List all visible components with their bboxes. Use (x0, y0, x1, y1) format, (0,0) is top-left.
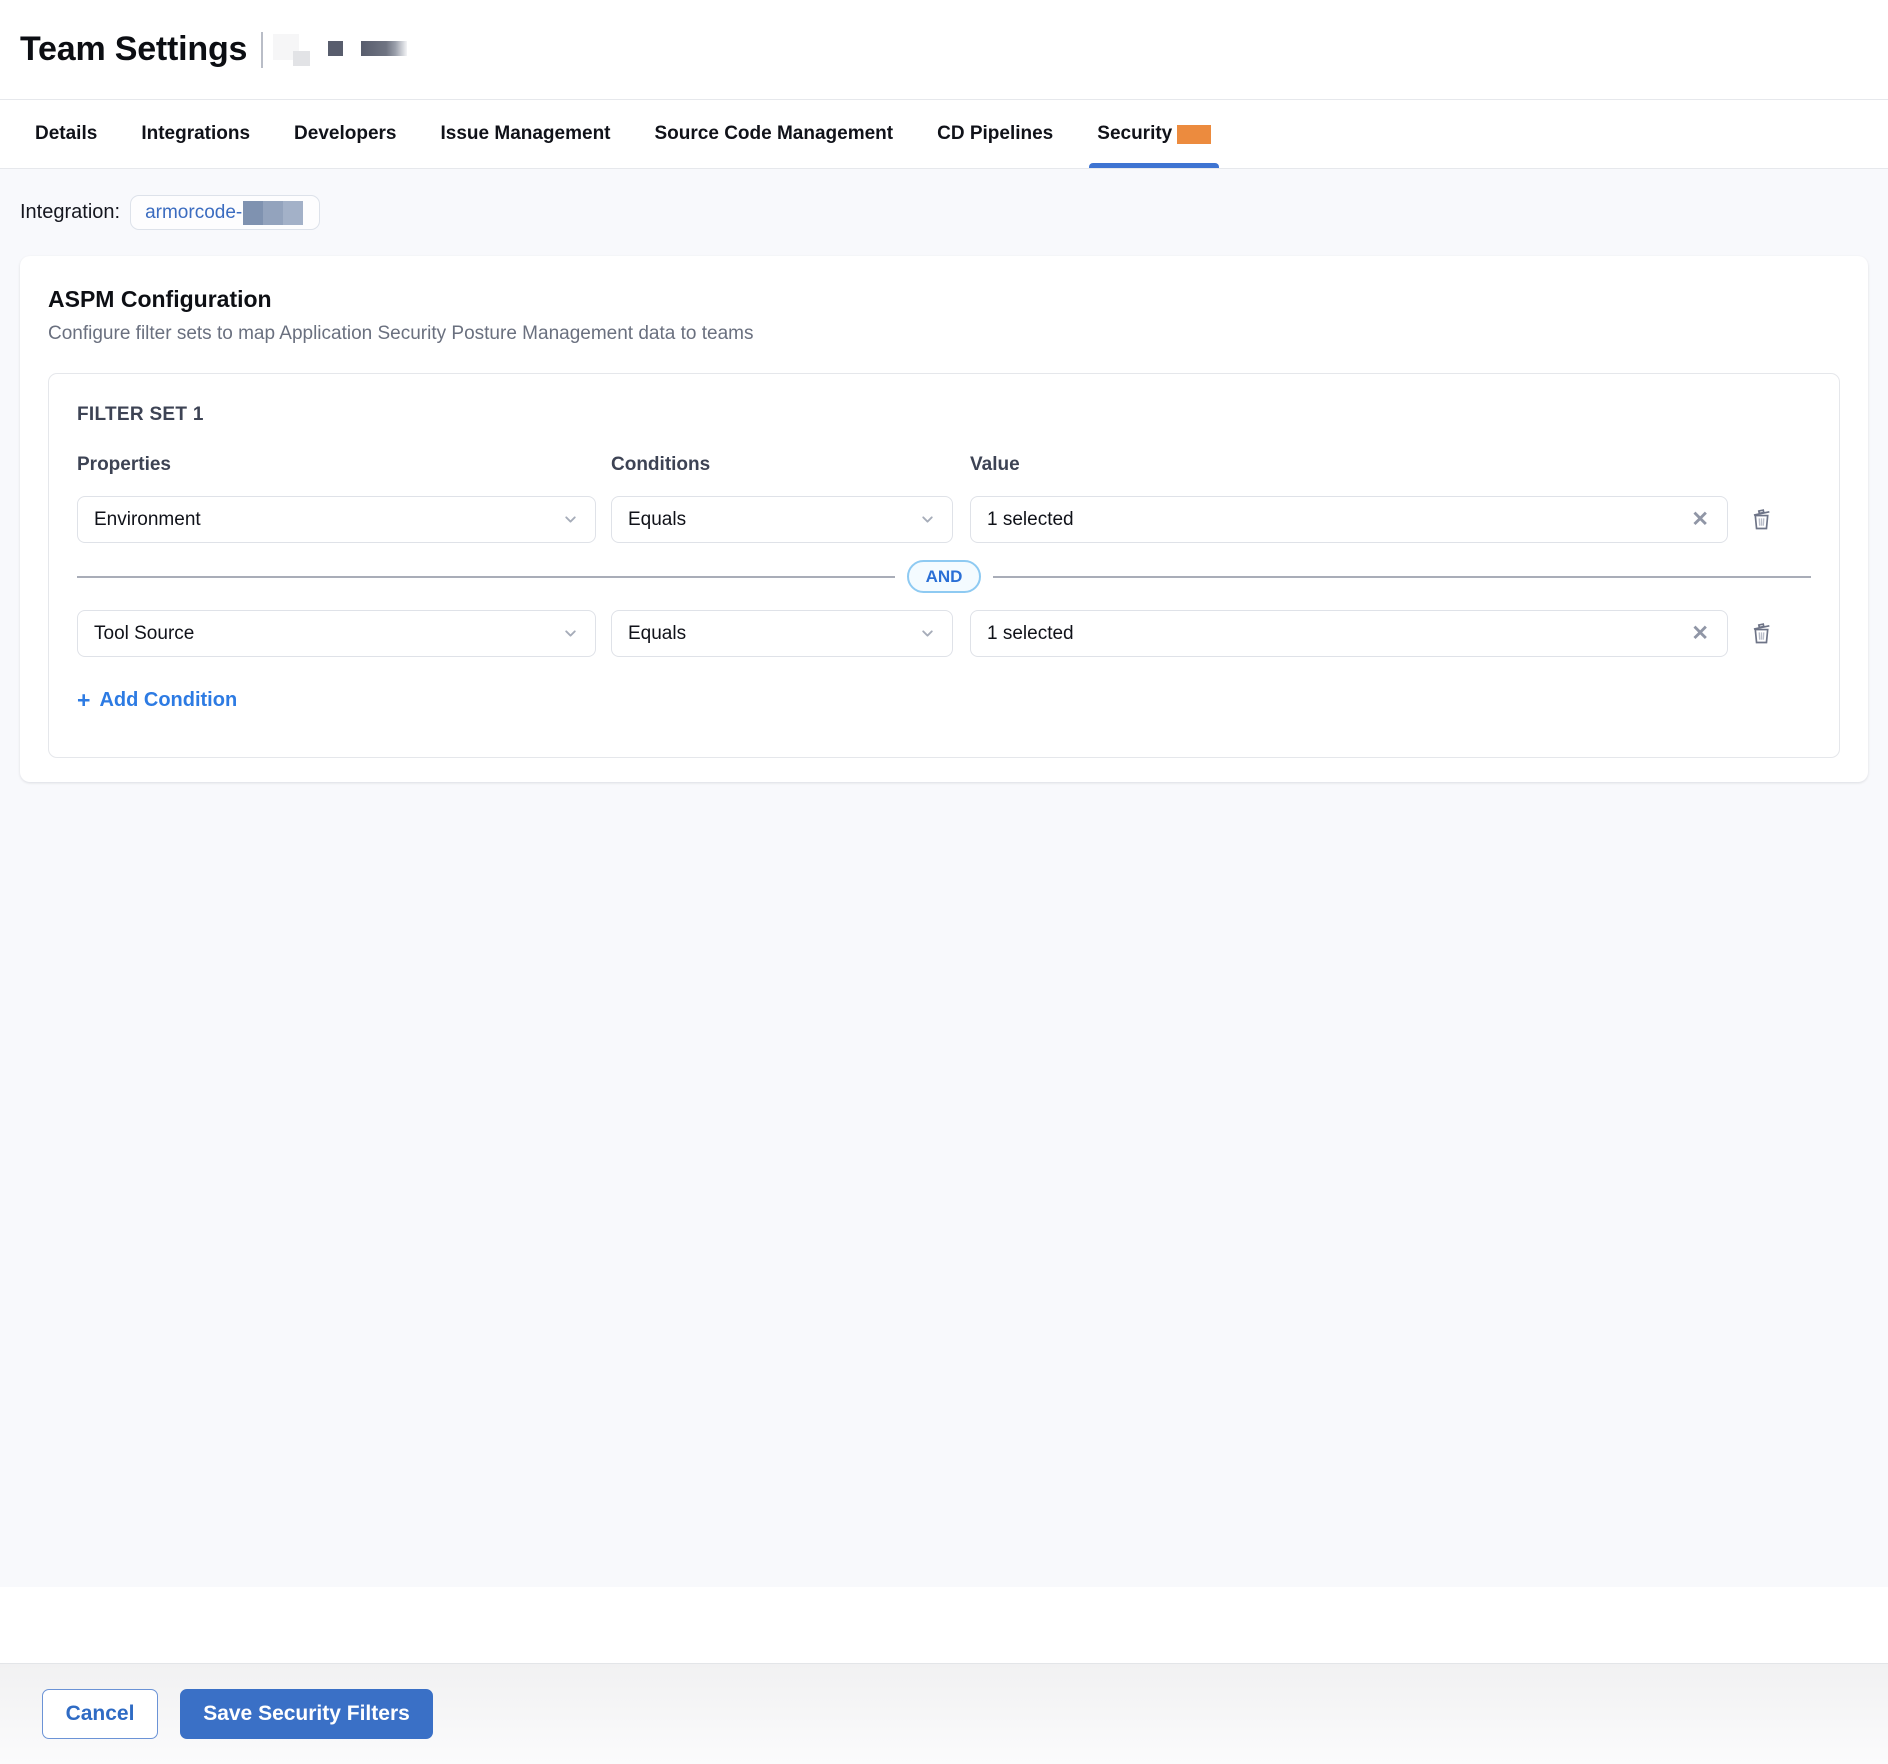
trash-icon (1748, 506, 1775, 533)
tab-label: Security (1097, 123, 1172, 145)
value-selected-count: 1 selected (987, 623, 1074, 645)
redacted-badge (1177, 125, 1211, 144)
tab-developers[interactable]: Developers (292, 100, 398, 168)
and-operator-pill[interactable]: AND (907, 560, 982, 593)
chevron-down-icon (562, 511, 579, 528)
tab-integrations[interactable]: Integrations (139, 100, 252, 168)
column-conditions: Conditions (611, 454, 953, 476)
condition-row: Environment Equals 1 selected ✕ (77, 496, 1811, 543)
tab-security[interactable]: Security (1095, 100, 1213, 168)
tab-label: Details (35, 123, 97, 145)
column-headers: Properties Conditions Value (77, 454, 1811, 496)
property-select[interactable]: Tool Source (77, 610, 596, 657)
integration-value: armorcode- (145, 202, 242, 224)
and-divider: AND (77, 560, 1811, 593)
chevron-down-icon (562, 625, 579, 642)
tab-label: Developers (294, 123, 396, 145)
clear-x-icon[interactable]: ✕ (1689, 507, 1711, 532)
condition-select[interactable]: Equals (611, 610, 953, 657)
filter-set-title: FILTER SET 1 (77, 404, 1811, 426)
property-select-value: Tool Source (94, 623, 194, 645)
chevron-down-icon (919, 511, 936, 528)
aspm-title: ASPM Configuration (48, 286, 1840, 313)
add-condition-button[interactable]: + Add Condition (77, 689, 237, 712)
value-multiselect[interactable]: 1 selected ✕ (970, 610, 1728, 657)
tab-label: Integrations (141, 123, 250, 145)
column-value: Value (970, 454, 1728, 476)
cancel-button[interactable]: Cancel (42, 1689, 158, 1739)
filter-set-1: FILTER SET 1 Properties Conditions Value… (48, 373, 1840, 758)
integration-label: Integration: (20, 201, 120, 224)
tab-details[interactable]: Details (33, 100, 99, 168)
integration-row: Integration: armorcode- (20, 195, 1868, 230)
trash-icon (1748, 620, 1775, 647)
redacted-block (293, 51, 310, 66)
aspm-configuration-card: ASPM Configuration Configure filter sets… (20, 256, 1868, 782)
property-select[interactable]: Environment (77, 496, 596, 543)
condition-row: Tool Source Equals 1 selected ✕ (77, 610, 1811, 657)
action-footer: Cancel Save Security Filters (0, 1663, 1888, 1764)
property-select-value: Environment (94, 509, 201, 531)
condition-select-value: Equals (628, 623, 686, 645)
divider-line (77, 576, 895, 578)
page-header: Team Settings (0, 0, 1888, 99)
delete-condition-button[interactable] (1743, 616, 1779, 652)
clear-x-icon[interactable]: ✕ (1689, 621, 1711, 646)
add-condition-label: Add Condition (99, 689, 237, 712)
title-separator (261, 32, 263, 68)
plus-icon: + (77, 689, 90, 712)
redacted-block (361, 41, 407, 56)
save-security-filters-button[interactable]: Save Security Filters (180, 1689, 433, 1739)
value-selected-count: 1 selected (987, 509, 1074, 531)
tab-cd-pipelines[interactable]: CD Pipelines (935, 100, 1055, 168)
chevron-down-icon (919, 625, 936, 642)
aspm-subtitle: Configure filter sets to map Application… (48, 323, 1840, 345)
tab-source-code-management[interactable]: Source Code Management (653, 100, 896, 168)
title-redactions (261, 28, 407, 72)
redacted-block (328, 41, 343, 56)
settings-tab-bar: Details Integrations Developers Issue Ma… (0, 99, 1888, 169)
tab-issue-management[interactable]: Issue Management (439, 100, 613, 168)
condition-select[interactable]: Equals (611, 496, 953, 543)
tab-label: Source Code Management (655, 123, 894, 145)
tab-label: Issue Management (441, 123, 611, 145)
integration-chip[interactable]: armorcode- (130, 195, 320, 230)
tab-label: CD Pipelines (937, 123, 1053, 145)
security-tab-content: Integration: armorcode- ASPM Configurati… (0, 169, 1888, 1587)
pre-footer-spacer (0, 1587, 1888, 1663)
page-title: Team Settings (20, 30, 247, 69)
divider-line (993, 576, 1811, 578)
column-properties: Properties (77, 454, 596, 476)
delete-condition-button[interactable] (1743, 502, 1779, 538)
condition-select-value: Equals (628, 509, 686, 531)
redacted-block (243, 201, 303, 225)
value-multiselect[interactable]: 1 selected ✕ (970, 496, 1728, 543)
